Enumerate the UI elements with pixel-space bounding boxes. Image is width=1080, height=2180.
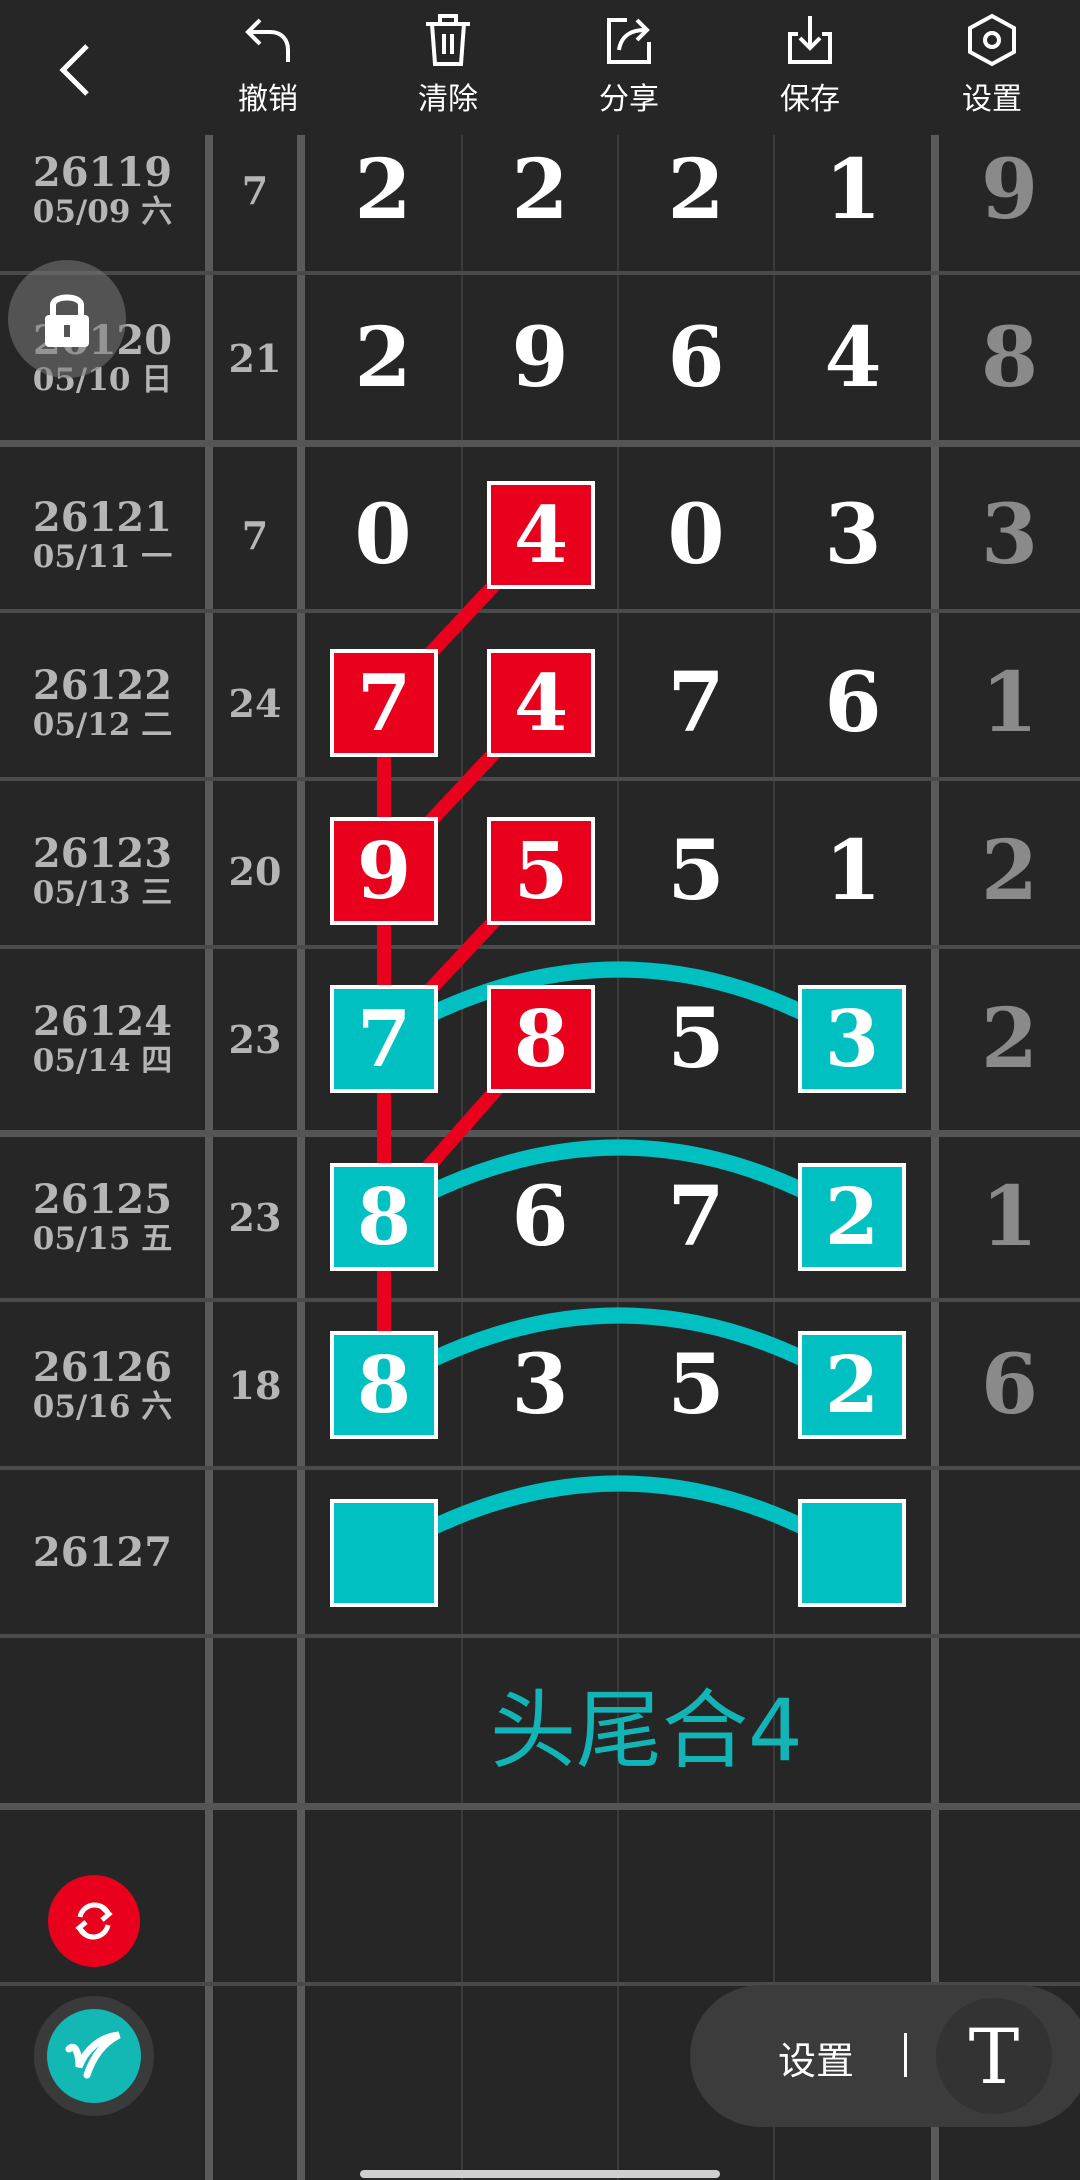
lock-button[interactable] [8,260,126,378]
chevron-left-icon [59,44,89,96]
settings-label: 设置 [962,82,1022,117]
settings-button[interactable]: 设置 [932,10,1052,125]
bottom-settings-bar: 设置 T [690,1985,1080,2127]
marked-digit-teal[interactable]: 8 [330,1331,438,1439]
refresh-icon [75,1902,113,1940]
lock-icon [45,294,89,347]
annotation-text[interactable]: 头尾合4 [490,1660,803,1785]
trash-icon [418,10,478,70]
undo-button[interactable]: 撤销 [208,10,328,125]
teal-arc [379,961,857,1046]
teal-arc [379,1475,857,1560]
prediction-box-teal[interactable] [798,1499,906,1607]
home-indicator [360,2170,720,2178]
undo-label: 撤销 [238,82,298,117]
marked-digit-red[interactable]: 7 [330,649,438,757]
refresh-button[interactable] [48,1875,140,1967]
marked-digit-red[interactable]: 4 [487,649,595,757]
app-logo-button[interactable] [34,1996,154,2116]
marked-digit-teal[interactable]: 3 [798,985,906,1093]
prediction-box-teal[interactable] [330,1499,438,1607]
clear-label: 清除 [418,82,478,117]
settings-hex-icon [962,10,1022,70]
teal-arcs [379,961,857,1560]
marked-digit-teal[interactable]: 7 [330,985,438,1093]
bottom-settings-button[interactable]: 设置 [778,2030,854,2085]
save-button[interactable]: 保存 [750,10,870,125]
back-button[interactable] [40,30,110,110]
divider [904,2033,907,2077]
marked-digit-red[interactable]: 5 [487,817,595,925]
toolbar: 撤销 清除 分享 保存 设置 [0,0,1080,135]
text-tool-button[interactable]: T [936,1998,1052,2114]
undo-icon [238,10,298,70]
marked-digit-teal[interactable]: 2 [798,1163,906,1271]
share-label: 分享 [599,82,659,117]
clear-button[interactable]: 清除 [388,10,508,125]
download-icon [780,10,840,70]
share-icon [599,10,659,70]
teal-arc [379,1139,857,1224]
share-button[interactable]: 分享 [569,10,689,125]
marked-digit-red[interactable]: 4 [487,481,595,589]
brush-logo-icon [65,2031,121,2079]
marked-digit-red[interactable]: 9 [330,817,438,925]
marked-digit-teal[interactable]: 2 [798,1331,906,1439]
save-label: 保存 [780,82,840,117]
app-logo [47,2009,141,2103]
marked-digit-teal[interactable]: 8 [330,1163,438,1271]
marked-digit-red[interactable]: 8 [487,985,595,1093]
teal-arc [379,1307,857,1392]
